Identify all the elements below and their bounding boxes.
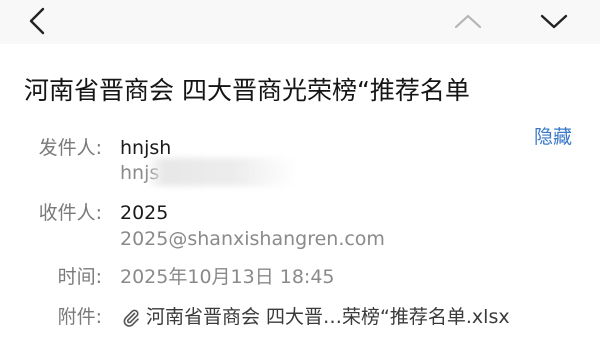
sender-label: 发件人: bbox=[38, 137, 102, 159]
redacted-sender-address bbox=[146, 158, 296, 186]
chevron-left-icon bbox=[29, 7, 45, 35]
previous-email-button[interactable] bbox=[451, 4, 485, 38]
top-navigation-bar bbox=[0, 0, 600, 44]
next-email-button[interactable] bbox=[537, 4, 571, 38]
attachment-item[interactable]: 河南省晋商会 四大晋…荣榜“推荐名单.xlsx bbox=[120, 304, 510, 330]
time-label: 时间: bbox=[57, 266, 102, 288]
recipient-name[interactable]: 2025 bbox=[120, 200, 168, 226]
chevron-down-icon bbox=[540, 14, 568, 29]
chevron-up-icon bbox=[454, 14, 482, 29]
attachment-filename: 河南省晋商会 四大晋…荣榜“推荐名单.xlsx bbox=[146, 306, 510, 328]
hide-details-link[interactable]: 隐藏 bbox=[534, 124, 572, 150]
attachment-label: 附件: bbox=[57, 306, 102, 328]
email-subject: 河南省晋商会 四大晋商光荣榜“推荐名单 bbox=[24, 76, 470, 105]
recipient-label: 收件人: bbox=[38, 202, 102, 224]
recipient-address[interactable]: 2025@shanxishangren.com bbox=[120, 226, 385, 252]
paperclip-icon bbox=[120, 306, 142, 328]
sent-time: 2025年10月13日 18:45 bbox=[120, 266, 335, 288]
back-button[interactable] bbox=[20, 4, 54, 38]
